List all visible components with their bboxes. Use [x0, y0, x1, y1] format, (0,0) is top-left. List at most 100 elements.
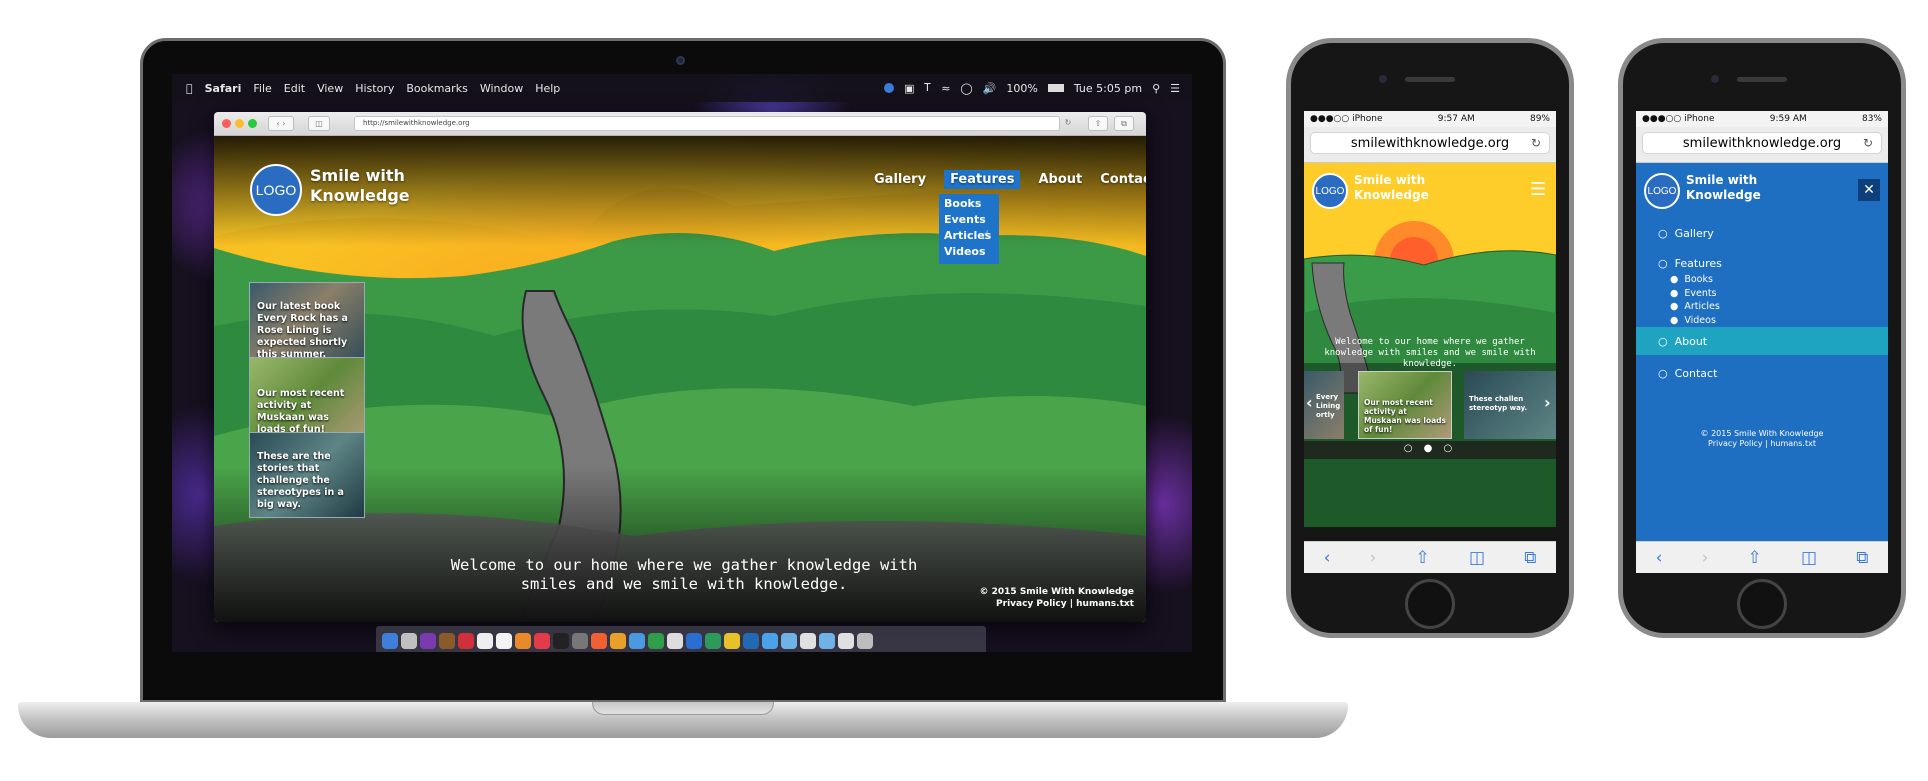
clock-icon[interactable] — [477, 633, 493, 649]
gallery-card-stories[interactable]: These are the stories that challenge the… — [249, 432, 365, 518]
clock-status-icon[interactable]: ◯ — [960, 82, 972, 95]
document-stack-icon[interactable] — [838, 633, 854, 649]
close-window-button[interactable] — [222, 119, 231, 128]
tabs-icon[interactable]: ⧉ — [1524, 548, 1536, 568]
network-icon[interactable] — [629, 633, 645, 649]
footer-links[interactable]: Privacy Policy | humans.txt — [974, 598, 1134, 610]
mobile-logo[interactable]: LOGO — [1312, 173, 1348, 209]
submenu-item-videos[interactable]: ● Videos — [1670, 314, 1720, 328]
nav-about[interactable]: About — [1038, 172, 1082, 189]
menu-help[interactable]: Help — [535, 82, 560, 95]
submenu-item-events[interactable]: ● Events — [1670, 287, 1720, 301]
ibooks-icon[interactable] — [591, 633, 607, 649]
nav-gallery[interactable]: Gallery — [874, 172, 926, 189]
trash-icon[interactable] — [857, 633, 873, 649]
wifi-icon[interactable]: ≈ — [941, 82, 950, 95]
nav-features[interactable]: Features — [944, 170, 1021, 189]
battery-percent[interactable]: 100% — [1006, 82, 1037, 95]
airplay-icon[interactable]: ▣ — [904, 82, 914, 95]
site-brand-name[interactable]: Smile with Knowledge — [310, 166, 420, 206]
reload-icon[interactable]: ↻ — [1062, 116, 1074, 131]
site-logo[interactable]: LOGO — [250, 164, 302, 216]
system-preferences-icon[interactable] — [572, 633, 588, 649]
gallery-card-muskaan[interactable]: Our most recent activity at Muskaan was … — [249, 357, 365, 443]
address-bar[interactable]: http://smilewithknowledge.org — [354, 116, 1060, 131]
share-icon[interactable]: ⇧ — [1416, 548, 1430, 568]
footer-links[interactable]: Privacy Policy | humans.txt — [1636, 439, 1888, 449]
tabs-icon[interactable]: ⧉ — [1856, 548, 1868, 568]
home-button[interactable] — [1405, 579, 1455, 629]
notification-center-icon[interactable]: ☰ — [1170, 82, 1180, 95]
book-icon[interactable] — [458, 633, 474, 649]
search-icon[interactable]: ⚲ — [1152, 82, 1160, 95]
forward-icon[interactable]: › — [1702, 548, 1709, 568]
close-icon[interactable]: ✕ — [1858, 179, 1880, 201]
menu-bookmarks[interactable]: Bookmarks — [406, 82, 467, 95]
status-blue-icon[interactable] — [884, 83, 895, 93]
menu-item-contact[interactable]: ○ Contact — [1658, 367, 1717, 380]
menu-item-features[interactable]: ○ Features — [1658, 257, 1722, 270]
mobile-logo[interactable]: LOGO — [1644, 173, 1680, 209]
safari-icon[interactable] — [762, 633, 778, 649]
sidebar-toggle-icon[interactable]: ◫ — [308, 116, 330, 131]
submenu-item-articles[interactable]: ● Articles — [1670, 300, 1720, 314]
url-field[interactable]: smilewithknowledge.org ↻ — [1310, 132, 1550, 154]
nav-contact[interactable]: Contact — [1100, 172, 1146, 189]
share-icon[interactable]: ⇧ — [1748, 548, 1762, 568]
gallery-card-book[interactable]: Our latest book Every Rock has a Rose Li… — [249, 282, 365, 368]
cyberduck-icon[interactable] — [724, 633, 740, 649]
onenote-icon[interactable] — [420, 633, 436, 649]
menu-file[interactable]: File — [253, 82, 271, 95]
document-icon[interactable] — [800, 633, 816, 649]
mobile-brand-name[interactable]: Smile with Knowledge — [1686, 173, 1776, 203]
folder-icon[interactable] — [781, 633, 797, 649]
hamburger-menu-icon[interactable]: ☰ — [1530, 179, 1546, 200]
notes-icon[interactable] — [496, 633, 512, 649]
menu-edit[interactable]: Edit — [284, 82, 305, 95]
reload-icon[interactable]: ↻ — [1863, 136, 1873, 150]
tabs-icon[interactable]: ⧉ — [1114, 116, 1134, 131]
launchpad-icon[interactable] — [401, 633, 417, 649]
carousel-dots[interactable]: ○ ● ○ — [1304, 443, 1556, 454]
share-icon[interactable]: ⇧ — [1088, 116, 1108, 131]
itunes-icon[interactable] — [534, 633, 550, 649]
menu-clock[interactable]: Tue 5:05 pm — [1074, 82, 1142, 95]
downloads-folder-icon[interactable] — [819, 633, 835, 649]
forward-icon[interactable]: › — [1370, 548, 1377, 568]
bookmarks-icon[interactable]: ◫ — [1801, 548, 1817, 568]
carousel-right-arrow-icon[interactable]: › — [1544, 393, 1551, 412]
terminal-icon[interactable] — [553, 633, 569, 649]
chrome-icon[interactable] — [648, 633, 664, 649]
reload-icon[interactable]: ↻ — [1531, 136, 1541, 150]
bluetooth-icon[interactable]: Ꭲ — [925, 81, 932, 95]
numbers-icon[interactable] — [705, 633, 721, 649]
mobile-brand-name[interactable]: Smile with Knowledge — [1354, 173, 1444, 203]
minimize-window-button[interactable] — [235, 119, 244, 128]
menu-item-about[interactable]: ○ About — [1658, 335, 1707, 348]
back-icon[interactable]: ‹ — [1656, 548, 1663, 568]
contacts-icon[interactable] — [439, 633, 455, 649]
pencil-icon[interactable] — [667, 633, 683, 649]
menu-safari[interactable]: Safari — [205, 82, 242, 95]
photoshop-icon[interactable] — [743, 633, 759, 649]
back-icon[interactable]: ‹ — [1324, 548, 1331, 568]
menu-history[interactable]: History — [355, 82, 394, 95]
sketch-icon[interactable] — [610, 633, 626, 649]
zoom-window-button[interactable] — [248, 119, 257, 128]
battery-icon[interactable] — [1047, 84, 1064, 92]
dropdown-item-events[interactable]: Events — [944, 212, 994, 228]
menu-item-gallery[interactable]: ○ Gallery — [1658, 227, 1714, 240]
submenu-item-books[interactable]: ● Books — [1670, 273, 1720, 287]
back-forward-buttons[interactable]: ‹ › — [268, 116, 294, 131]
finder-icon[interactable] — [382, 633, 398, 649]
carousel-active-card[interactable]: Our most recent activity at Muskaan was … — [1358, 371, 1452, 439]
url-field[interactable]: smilewithknowledge.org ↻ — [1642, 132, 1882, 154]
photos-icon[interactable] — [515, 633, 531, 649]
carousel-left-arrow-icon[interactable]: ‹ — [1306, 393, 1313, 412]
menu-window[interactable]: Window — [480, 82, 523, 95]
volume-icon[interactable]: 🔊 — [983, 82, 997, 95]
apple-icon[interactable]:  — [186, 82, 193, 95]
dropdown-item-videos[interactable]: Videos — [944, 244, 994, 260]
word-icon[interactable] — [686, 633, 702, 649]
dropdown-item-books[interactable]: Books — [944, 196, 994, 212]
